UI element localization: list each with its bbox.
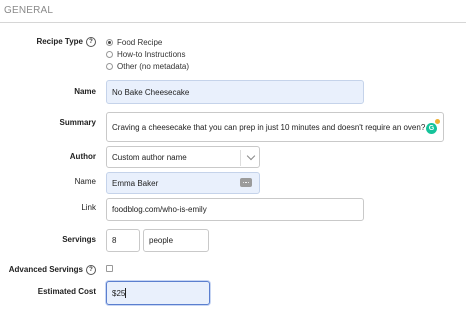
text-cursor: [125, 288, 127, 298]
name-input[interactable]: No Bake Cheesecake: [106, 80, 364, 104]
servings-amount-input[interactable]: 8: [106, 229, 140, 252]
chevron-down-icon[interactable]: [246, 151, 256, 161]
author-link-label: Link: [81, 203, 96, 212]
advanced-servings-label-text: Advanced Servings: [8, 265, 83, 275]
radio-icon[interactable]: [106, 51, 113, 58]
more-options-icon[interactable]: [240, 178, 252, 187]
author-name-label: Name: [74, 177, 96, 186]
radio-label: Food Recipe: [117, 38, 163, 47]
summary-textarea[interactable]: Craving a cheesecake that you can prep i…: [106, 112, 444, 142]
radio-label: How-to Instructions: [117, 50, 186, 59]
grammarly-icon[interactable]: G: [426, 123, 437, 134]
radio-other[interactable]: Other (no metadata): [106, 62, 189, 71]
recipe-type-label-text: Recipe Type: [36, 37, 83, 47]
author-select-value: Custom author name: [112, 152, 187, 162]
radio-food-recipe[interactable]: Food Recipe: [106, 38, 162, 47]
author-select[interactable]: Custom author name: [106, 146, 260, 168]
radio-selected-icon[interactable]: [106, 39, 113, 46]
servings-unit-value: people: [149, 236, 174, 245]
advanced-servings-label: Advanced Servings?: [9, 265, 96, 275]
author-link-input[interactable]: foodblog.com/who-is-emily: [106, 198, 364, 221]
section-divider: [0, 22, 466, 23]
radio-label: Other (no metadata): [117, 62, 190, 71]
servings-unit-input[interactable]: people: [143, 229, 209, 252]
author-link-value: foodblog.com/who-is-emily: [112, 205, 207, 214]
radio-icon[interactable]: [106, 63, 113, 70]
radio-how-to[interactable]: How-to Instructions: [106, 50, 185, 59]
grammarly-badge-icon: [435, 119, 440, 124]
recipe-type-label: Recipe Type?: [36, 37, 96, 47]
servings-label: Servings: [62, 235, 96, 244]
estimated-cost-value: $25: [112, 288, 126, 298]
servings-amount-value: 8: [112, 236, 117, 245]
summary-value: Craving a cheesecake that you can prep i…: [112, 123, 426, 132]
summary-label: Summary: [59, 118, 96, 127]
name-label: Name: [74, 87, 96, 96]
name-input-value: No Bake Cheesecake: [112, 87, 190, 97]
author-name-value: Emma Baker: [112, 178, 159, 188]
author-name-input[interactable]: Emma Baker: [106, 172, 260, 194]
estimated-cost-label: Estimated Cost: [37, 287, 96, 296]
help-icon[interactable]: ?: [86, 265, 96, 275]
help-icon[interactable]: ?: [86, 37, 96, 47]
advanced-servings-checkbox[interactable]: [106, 265, 113, 272]
section-title: GENERAL: [4, 5, 54, 16]
estimated-cost-input[interactable]: $25: [106, 281, 210, 305]
select-divider: [240, 150, 241, 166]
author-label: Author: [69, 152, 96, 161]
